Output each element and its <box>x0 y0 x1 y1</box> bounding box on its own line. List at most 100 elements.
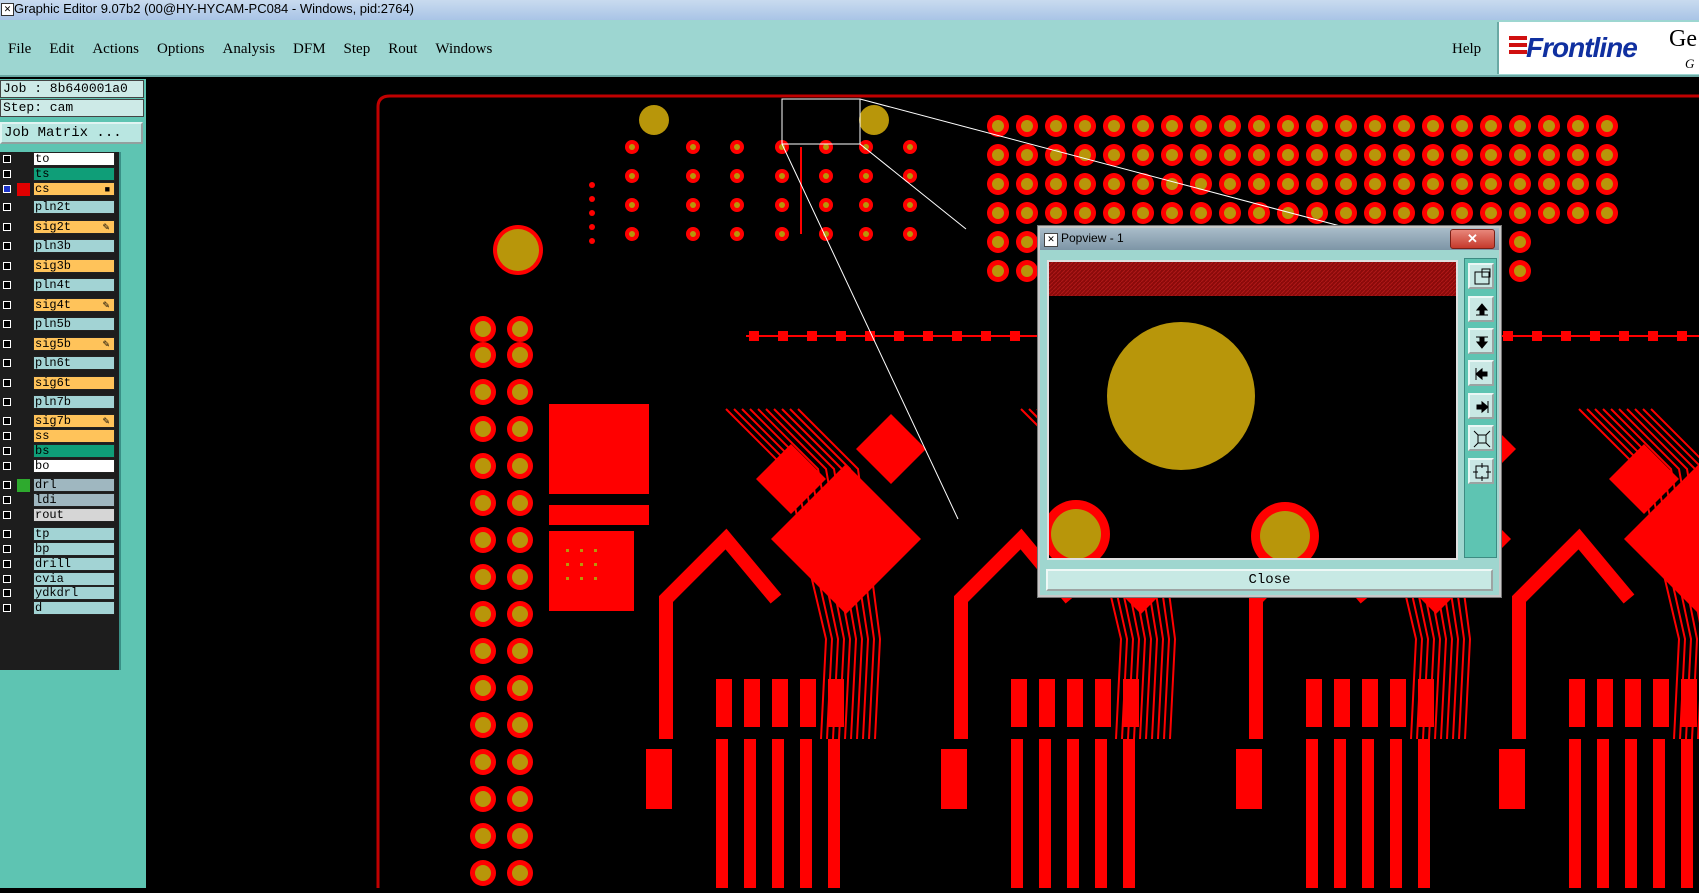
popview-close-icon[interactable]: ✕ <box>1450 229 1495 249</box>
layer-row-pln3b[interactable]: pln3b <box>0 239 118 254</box>
menu-rout[interactable]: Rout <box>388 41 417 58</box>
layer-name[interactable]: pln5b <box>33 317 115 331</box>
layer-name[interactable]: tp <box>33 527 115 541</box>
layer-name[interactable]: ts <box>33 167 115 181</box>
layer-row-sig3b[interactable]: sig3b <box>0 259 118 274</box>
layer-checkbox[interactable] <box>3 560 11 568</box>
layer-checkbox[interactable] <box>3 185 11 193</box>
layer-name[interactable]: pln4t <box>33 278 115 292</box>
layer-checkbox[interactable] <box>3 170 11 178</box>
layer-checkbox[interactable] <box>3 481 11 489</box>
layer-checkbox[interactable] <box>3 604 11 612</box>
layer-checkbox[interactable] <box>3 203 11 211</box>
layer-name[interactable]: pln3b <box>33 239 115 253</box>
layer-row-d[interactable]: d <box>0 601 118 616</box>
menu-step[interactable]: Step <box>344 41 371 58</box>
layer-name[interactable]: drill <box>33 557 115 571</box>
layer-name[interactable]: pln6t <box>33 356 115 370</box>
layer-name[interactable]: drl <box>33 478 115 492</box>
layer-row-ldi[interactable]: ldi <box>0 493 118 508</box>
layer-name[interactable]: sig5b ✎ <box>33 337 115 351</box>
layer-row-to[interactable]: to <box>0 152 118 167</box>
layer-checkbox[interactable] <box>3 155 11 163</box>
layer-name[interactable]: rout <box>33 508 115 522</box>
layer-row-pln4t[interactable]: pln4t <box>0 278 118 293</box>
menu-file[interactable]: File <box>8 41 31 58</box>
zoom-in-icon[interactable] <box>1468 458 1494 484</box>
layer-name[interactable]: cs ■ <box>33 182 115 196</box>
layer-row-cs[interactable]: cs ■ <box>0 182 118 197</box>
layer-checkbox[interactable] <box>3 262 11 270</box>
layer-name[interactable]: cvia <box>33 572 115 586</box>
popview-title-bar[interactable]: ✕ Popview - 1 ✕ <box>1040 228 1499 250</box>
job-matrix-button[interactable]: Job Matrix ... <box>0 122 143 144</box>
zoom-out-icon[interactable] <box>1468 425 1494 451</box>
menu-dfm[interactable]: DFM <box>293 41 326 58</box>
layer-name[interactable]: bp <box>33 542 115 556</box>
layer-row-bs[interactable]: bs <box>0 444 118 459</box>
layer-name[interactable]: ss <box>33 429 115 443</box>
menu-windows[interactable]: Windows <box>435 41 492 58</box>
layer-row-sig6t[interactable]: sig6t <box>0 376 118 391</box>
layer-checkbox[interactable] <box>3 379 11 387</box>
layer-row-tp[interactable]: tp <box>0 527 118 542</box>
layer-name[interactable]: to <box>33 152 115 166</box>
menu-actions[interactable]: Actions <box>92 41 139 58</box>
layer-row-pln5b[interactable]: pln5b <box>0 317 118 332</box>
layer-checkbox[interactable] <box>3 545 11 553</box>
pan-up-icon[interactable] <box>1468 296 1494 322</box>
layer-name[interactable]: sig6t <box>33 376 115 390</box>
pan-down-icon[interactable] <box>1468 328 1494 354</box>
layer-row-pln2t[interactable]: pln2t <box>0 200 118 215</box>
layer-checkbox[interactable] <box>3 575 11 583</box>
layer-checkbox[interactable] <box>3 398 11 406</box>
layer-checkbox[interactable] <box>3 223 11 231</box>
layer-name[interactable]: bo <box>33 459 115 473</box>
layer-row-drill[interactable]: drill <box>0 557 118 572</box>
layer-name[interactable]: sig7b ✎ <box>33 414 115 428</box>
layer-name[interactable]: sig3b <box>33 259 115 273</box>
layer-name[interactable]: d <box>33 601 115 615</box>
menu-options[interactable]: Options <box>157 41 205 58</box>
layer-color-swatch[interactable] <box>17 183 30 196</box>
layer-checkbox[interactable] <box>3 432 11 440</box>
popview-close-button[interactable]: Close <box>1046 569 1493 591</box>
layer-row-ss[interactable]: ss <box>0 429 118 444</box>
layer-row-drl[interactable]: drl <box>0 478 118 493</box>
layer-checkbox[interactable] <box>3 530 11 538</box>
layer-checkbox[interactable] <box>3 462 11 470</box>
layer-row-bo[interactable]: bo <box>0 459 118 474</box>
layer-row-cvia[interactable]: cvia <box>0 572 118 587</box>
layer-checkbox[interactable] <box>3 589 11 597</box>
layer-checkbox[interactable] <box>3 301 11 309</box>
layer-checkbox[interactable] <box>3 281 11 289</box>
layer-color-swatch[interactable] <box>17 479 30 492</box>
layer-row-bp[interactable]: bp <box>0 542 118 557</box>
layer-checkbox[interactable] <box>3 359 11 367</box>
pan-left-icon[interactable] <box>1468 360 1494 386</box>
layer-row-rout[interactable]: rout <box>0 508 118 523</box>
layer-row-ts[interactable]: ts <box>0 167 118 182</box>
layer-name[interactable]: sig2t ✎ <box>33 220 115 234</box>
layer-name[interactable]: pln7b <box>33 395 115 409</box>
layer-name[interactable]: sig4t ✎ <box>33 298 115 312</box>
layer-checkbox[interactable] <box>3 320 11 328</box>
zoom-fit-icon[interactable] <box>1468 263 1494 289</box>
pan-right-icon[interactable] <box>1468 393 1494 419</box>
menu-help[interactable]: Help <box>1452 41 1481 58</box>
layer-checkbox[interactable] <box>3 447 11 455</box>
menu-edit[interactable]: Edit <box>49 41 74 58</box>
layer-row-sig4t[interactable]: sig4t ✎ <box>0 298 118 313</box>
layer-name[interactable]: pln2t <box>33 200 115 214</box>
popview-canvas[interactable] <box>1047 260 1458 560</box>
layer-name[interactable]: ydkdrl <box>33 586 115 600</box>
layer-name[interactable]: ldi <box>33 493 115 507</box>
layer-checkbox[interactable] <box>3 417 11 425</box>
layer-row-sig7b[interactable]: sig7b ✎ <box>0 414 118 429</box>
menu-analysis[interactable]: Analysis <box>223 41 276 58</box>
layer-row-sig5b[interactable]: sig5b ✎ <box>0 337 118 352</box>
layer-row-ydkdrl[interactable]: ydkdrl <box>0 586 118 601</box>
layer-checkbox[interactable] <box>3 340 11 348</box>
layer-row-pln7b[interactable]: pln7b <box>0 395 118 410</box>
layer-row-pln6t[interactable]: pln6t <box>0 356 118 371</box>
